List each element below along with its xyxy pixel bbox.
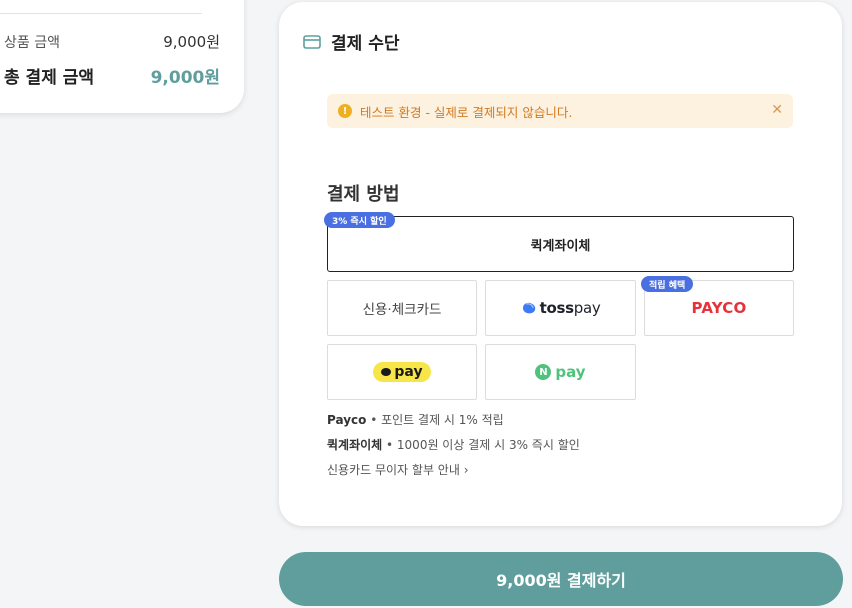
quick-transfer-brand-label: 퀵계좌이체 (327, 438, 383, 452)
payment-method-heading: 결제 방법 (327, 184, 400, 205)
alert-text: 테스트 환경 - 실제로 결제되지 않습니다. (360, 104, 573, 120)
kakao-pay-option[interactable]: pay (327, 344, 477, 400)
close-icon[interactable]: ✕ (771, 102, 783, 118)
kakao-pay-logo: pay (373, 362, 431, 382)
product-amount-row: 상품 금액 9,000원 (4, 31, 220, 52)
toss-pay-logo: toss pay (521, 299, 601, 317)
payco-benefit-info: Payco • 포인트 결제 시 1% 적립 (327, 411, 504, 428)
payco-logo: PAYCO (691, 299, 747, 317)
toss-text: toss (539, 299, 574, 317)
payco-brand-label: Payco (327, 413, 367, 427)
order-summary-card: 상품 금액 9,000원 총 결제 금액 9,000원 (0, 0, 244, 113)
installment-info-link[interactable]: 신용카드 무이자 할부 안내 › (327, 461, 469, 478)
naver-pay-text: pay (555, 363, 586, 381)
naver-pay-option[interactable]: N pay (485, 344, 636, 400)
credit-card-icon (303, 34, 321, 49)
quick-transfer-label: 퀵계좌이체 (530, 238, 591, 254)
credit-card-option[interactable]: 신용·체크카드 (327, 280, 477, 336)
payco-benefit-text: • 포인트 결제 시 1% 적립 (366, 413, 504, 427)
total-amount-value: 9,000원 (150, 68, 220, 88)
total-amount-label: 총 결제 금액 (4, 68, 95, 88)
payment-header: 결제 수단 (303, 29, 399, 54)
reward-badge: 적립 혜택 (641, 276, 694, 292)
quick-transfer-option[interactable]: 퀵계좌이체 (327, 216, 794, 272)
quick-transfer-benefit-text: • 1000원 이상 결제 시 3% 즉시 할인 (382, 438, 580, 452)
warning-icon: ! (338, 104, 352, 118)
summary-divider (0, 13, 202, 14)
product-amount-value: 9,000원 (163, 33, 220, 51)
payment-method-card: 결제 수단 ! 테스트 환경 - 실제로 결제되지 않습니다. ✕ 결제 방법 … (279, 2, 842, 526)
kakao-bubble-icon (381, 368, 392, 376)
toss-icon (522, 302, 535, 314)
pay-button[interactable]: 9,000원 결제하기 (279, 552, 843, 606)
naver-n-icon: N (535, 364, 552, 380)
toss-pay-text: pay (573, 299, 601, 317)
payment-title: 결제 수단 (331, 34, 400, 54)
credit-card-label: 신용·체크카드 (362, 302, 442, 318)
product-amount-label: 상품 금액 (4, 34, 60, 51)
naver-pay-logo: N pay (535, 363, 586, 381)
toss-pay-option[interactable]: toss pay (485, 280, 636, 336)
discount-badge: 3% 즉시 할인 (324, 212, 395, 228)
total-amount-row: 총 결제 금액 9,000원 (4, 63, 220, 88)
test-env-alert: ! 테스트 환경 - 실제로 결제되지 않습니다. ✕ (327, 94, 793, 128)
kakao-pay-text: pay (394, 364, 423, 380)
quick-transfer-benefit-info: 퀵계좌이체 • 1000원 이상 결제 시 3% 즉시 할인 (327, 436, 580, 453)
